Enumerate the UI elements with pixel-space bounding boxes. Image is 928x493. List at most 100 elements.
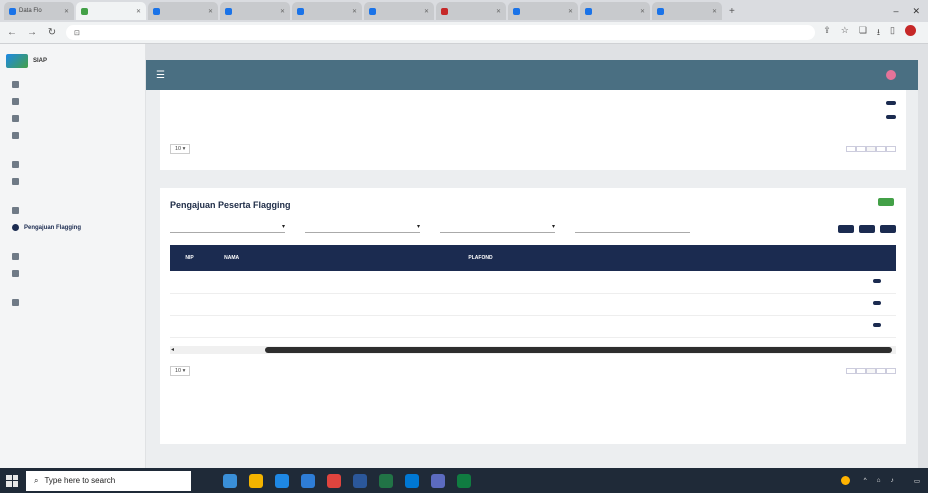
pager-first[interactable] (846, 367, 856, 374)
browser-tab[interactable]: ✕ (580, 2, 650, 20)
sidebar-item[interactable] (0, 248, 145, 265)
browser-tab[interactable]: ✕ (436, 2, 506, 20)
close-tab-icon[interactable]: ✕ (424, 8, 429, 15)
column-header[interactable] (825, 245, 859, 271)
column-header[interactable] (416, 245, 460, 271)
sidebar-item[interactable] (0, 76, 145, 93)
taskbar-search[interactable]: ⌕ Type here to search (26, 470, 191, 491)
url-field[interactable]: ⊡ (66, 25, 816, 40)
sidebar-item[interactable] (0, 127, 145, 144)
weather-widget[interactable] (840, 476, 854, 485)
sidepanel-icon[interactable]: ▯ (890, 25, 895, 41)
volume-icon[interactable]: ♪ (891, 477, 894, 484)
column-header[interactable] (747, 245, 785, 271)
notification-icon[interactable]: ▭ (914, 477, 920, 485)
column-header[interactable]: NAMA (209, 245, 255, 271)
browser-tab-active[interactable]: ✕ (76, 2, 146, 20)
filter-input[interactable] (575, 221, 690, 233)
close-tab-icon[interactable]: ✕ (496, 8, 501, 15)
close-tab-icon[interactable]: ✕ (64, 8, 69, 15)
pager-last[interactable] (886, 146, 896, 152)
pager-previous[interactable] (856, 367, 866, 374)
column-header[interactable] (784, 245, 826, 271)
pager-next[interactable] (876, 146, 886, 152)
sidebar-item[interactable] (0, 156, 145, 173)
browser-tab[interactable]: ✕ (508, 2, 578, 20)
column-header[interactable] (552, 245, 635, 271)
detail-button[interactable] (886, 101, 896, 105)
column-header[interactable] (501, 245, 553, 271)
scrollbar-thumb[interactable] (265, 346, 892, 353)
user-menu[interactable] (886, 70, 908, 80)
column-header[interactable] (371, 245, 417, 271)
excel-icon[interactable] (379, 473, 393, 488)
browser-tab[interactable]: ✕ (292, 2, 362, 20)
action-button-3[interactable] (880, 225, 896, 233)
task-view-icon[interactable] (223, 473, 237, 488)
bookmark-star-icon[interactable]: ☆ (841, 25, 849, 41)
column-header[interactable] (254, 245, 296, 271)
extensions-icon[interactable]: ❏ (859, 25, 867, 41)
close-tab-icon[interactable]: ✕ (280, 8, 285, 15)
file-explorer-icon[interactable] (249, 473, 263, 488)
action-button-1[interactable] (838, 225, 854, 233)
detail-button[interactable] (873, 301, 882, 305)
network-icon[interactable]: ⌂ (877, 477, 881, 484)
tray-up-arrow-icon[interactable]: ^ (864, 477, 867, 484)
action-button-2[interactable] (859, 225, 875, 233)
page-size-select[interactable]: 10 ▾ (170, 144, 191, 154)
pager-last[interactable] (886, 367, 896, 374)
profile-avatar[interactable] (905, 24, 916, 36)
sidebar-item-pengajuan-flagging[interactable]: Pengajuan Flagging (0, 219, 145, 236)
share-icon[interactable]: ⇪ (823, 25, 831, 41)
browser-tab[interactable]: Data Flo ✕ (4, 2, 74, 20)
close-tab-icon[interactable]: ✕ (712, 8, 717, 15)
browser-tab[interactable]: ✕ (652, 2, 722, 20)
close-tab-icon[interactable]: ✕ (136, 8, 141, 15)
minimize-icon[interactable]: – (893, 6, 898, 17)
browser-tab[interactable]: ✕ (364, 2, 434, 20)
pager-first[interactable] (846, 146, 856, 152)
store-icon[interactable] (301, 473, 315, 488)
sidebar-item[interactable] (0, 265, 145, 282)
pager-page[interactable] (866, 146, 876, 152)
pager-page[interactable] (866, 367, 876, 374)
chrome-icon[interactable] (327, 473, 341, 488)
add-flagging-button[interactable] (878, 198, 894, 206)
close-tab-icon[interactable]: ✕ (352, 8, 357, 15)
word-icon[interactable] (353, 473, 367, 488)
windows-start-icon[interactable] (6, 474, 18, 487)
close-window-icon[interactable]: ✕ (912, 6, 920, 17)
pager-next[interactable] (876, 367, 886, 374)
close-tab-icon[interactable]: ✕ (568, 8, 573, 15)
filter-select[interactable]: ▾ (305, 221, 420, 233)
column-header[interactable] (634, 245, 748, 271)
download-icon[interactable]: ⭳ (877, 25, 880, 41)
column-header[interactable]: PLAFOND (459, 245, 502, 271)
detail-button[interactable] (873, 278, 882, 283)
filter-select[interactable]: ▾ (170, 221, 285, 233)
sheet-app-icon[interactable] (457, 473, 471, 488)
reload-icon[interactable]: ↻ (46, 27, 58, 38)
app-icon[interactable] (431, 473, 445, 488)
filter-select[interactable]: ▾ (440, 221, 555, 233)
site-info-icon[interactable]: ⊡ (74, 29, 80, 37)
detail-button[interactable] (873, 323, 882, 327)
column-header[interactable] (295, 245, 372, 271)
close-tab-icon[interactable]: ✕ (208, 8, 213, 15)
mail-icon[interactable] (405, 473, 419, 488)
close-tab-icon[interactable]: ✕ (640, 8, 645, 15)
edge-icon[interactable] (275, 473, 289, 488)
menu-toggle-icon[interactable]: ☰ (156, 70, 165, 81)
pager-previous[interactable] (856, 146, 866, 152)
page-size-select[interactable]: 10 ▾ (170, 365, 191, 376)
forward-icon[interactable]: → (26, 27, 38, 38)
sidebar-item[interactable] (0, 110, 145, 127)
sidebar-item[interactable] (0, 294, 145, 311)
column-header[interactable]: NIP (170, 245, 210, 271)
detail-button[interactable] (886, 115, 896, 119)
back-icon[interactable]: ← (6, 27, 18, 38)
sidebar-item[interactable] (0, 173, 145, 190)
sidebar-item[interactable] (0, 202, 145, 219)
horizontal-scrollbar[interactable]: ◂ (170, 345, 896, 354)
